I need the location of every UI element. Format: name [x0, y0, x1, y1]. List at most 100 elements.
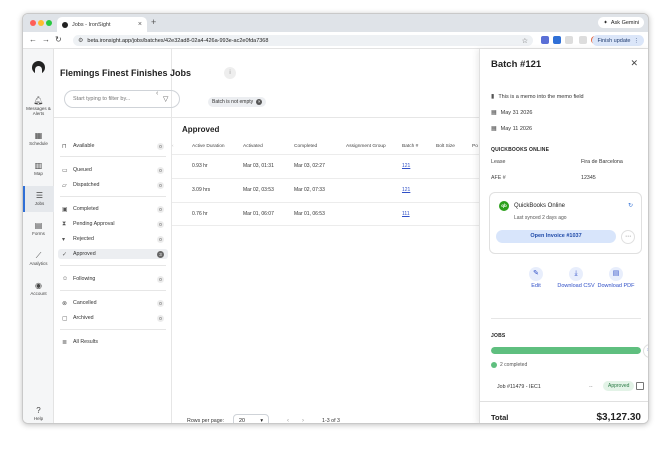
column-header[interactable]: Active Duration	[192, 144, 225, 149]
back-icon[interactable]: ←	[29, 35, 37, 44]
reload-icon[interactable]: ↻	[55, 35, 62, 44]
nav-schedule[interactable]: ▦ Schedule	[23, 131, 54, 146]
filter-count: 3	[157, 250, 164, 258]
more-vertical-icon: ⋮	[633, 37, 640, 44]
date-line: ▦ May 11 2026	[491, 125, 532, 133]
divider	[60, 290, 166, 291]
nav-analytics[interactable]: ⟋ Analytics	[23, 251, 54, 266]
action-label: Download CSV	[557, 283, 595, 289]
column-header[interactable]: Completed	[294, 144, 317, 149]
download-pdf-button[interactable]: ▤ Download PDF	[596, 267, 636, 290]
job-list-item[interactable]: Job #11479 - IEC1 -- Approved	[491, 380, 644, 394]
close-panel-icon[interactable]: ✕	[630, 58, 638, 69]
tune-icon[interactable]: ⚙	[643, 344, 648, 358]
site-info-icon[interactable]: ⚙	[78, 37, 83, 44]
finish-update-button[interactable]: Finish update ⋮	[592, 35, 644, 46]
filter-count: 0	[157, 142, 164, 150]
more-options-icon[interactable]: ⋯	[621, 230, 635, 244]
nav-jobs[interactable]: ☰ Jobs	[23, 186, 54, 212]
job-name: Job #11479 - IEC1	[497, 384, 541, 390]
table-row[interactable]: 3.09 hrs Mar 02, 03:53 Mar 02, 07:33 121	[172, 178, 479, 202]
filter-pending-approval[interactable]: ⧗ Pending Approval 0	[58, 219, 168, 229]
filter-funnel-icon[interactable]: ▽	[163, 95, 168, 103]
cell-activated: Mar 02, 03:53	[243, 187, 274, 193]
cell-batch-link[interactable]: 121	[402, 163, 410, 169]
new-tab-button[interactable]: +	[151, 17, 156, 27]
nav-map[interactable]: ▥ Map	[23, 161, 54, 176]
close-tab-icon[interactable]: ×	[138, 21, 142, 28]
action-label: Download PDF	[597, 283, 635, 289]
filter-approved[interactable]: ✓ Approved 3	[58, 249, 168, 259]
nav-forms[interactable]: ▤ Forms	[23, 221, 54, 236]
filter-chip[interactable]: Batch is not empty ×	[208, 97, 267, 107]
column-header[interactable]: Bolt Size	[436, 144, 455, 149]
cell-batch-link[interactable]: 111	[402, 211, 410, 217]
filter-rejected[interactable]: ▾ Rejected 0	[58, 234, 168, 244]
url-field[interactable]: ⚙ beta.ironsight.app/jobs/batches/42e32a…	[73, 35, 533, 46]
calendar-range-icon: ▦	[491, 126, 497, 132]
column-header[interactable]: Assignment Group	[346, 144, 386, 149]
remove-chip-icon[interactable]: ×	[256, 99, 263, 105]
filter-all-results[interactable]: ≣ All Results	[58, 337, 168, 347]
filter-archived[interactable]: ▢ Archived 0	[58, 313, 168, 323]
filter-count: 0	[157, 314, 164, 322]
side-panel-icon[interactable]	[579, 36, 587, 44]
column-header[interactable]: Activated	[243, 144, 263, 149]
download-csv-button[interactable]: ⤓ Download CSV	[556, 267, 596, 290]
bookmark-star-icon[interactable]: ☆	[522, 37, 528, 45]
table-row[interactable]: 0.76 hr Mar 01, 06:07 Mar 01, 06:53 111	[172, 202, 479, 226]
filter-cancelled[interactable]: ⊗ Cancelled 0	[58, 298, 168, 308]
edit-button[interactable]: ✎ Edit	[516, 267, 556, 290]
search-box[interactable]: ▽	[64, 90, 180, 108]
nav-account[interactable]: ◉ Account	[23, 281, 54, 296]
browser-tab[interactable]: Jobs - IronSight ×	[57, 17, 147, 32]
forward-icon[interactable]: →	[42, 35, 50, 44]
filter-count: 0	[157, 299, 164, 307]
progress-legend: 2 completed	[491, 362, 527, 368]
extensions-puzzle-icon[interactable]	[565, 36, 573, 44]
filter-count: 0	[157, 275, 164, 283]
column-header[interactable]: Po	[472, 144, 478, 149]
cell-completed: Mar 03, 02:27	[294, 163, 325, 169]
refresh-icon[interactable]: ↻	[628, 202, 633, 209]
minimize-window-button[interactable]	[38, 20, 44, 26]
cell-completed: Mar 02, 07:33	[294, 187, 325, 193]
nav-label: Analytics	[29, 261, 48, 266]
form-icon: ▤	[34, 221, 43, 230]
extension-icon[interactable]	[553, 36, 561, 44]
cell-duration: 0.93 hr	[192, 163, 208, 169]
filter-dispatched[interactable]: ▱ Dispatched 0	[58, 180, 168, 190]
inbox-icon: ▭	[62, 167, 68, 174]
divider	[60, 156, 166, 157]
shopping-bag-icon: ⊓	[62, 143, 67, 150]
select-checkbox[interactable]	[636, 382, 644, 390]
prev-page-icon[interactable]: ‹	[287, 418, 289, 423]
close-window-button[interactable]	[30, 20, 36, 26]
open-invoice-button[interactable]: Open Invoice #1037	[496, 230, 616, 243]
chart-icon: ⟋	[35, 251, 42, 260]
extension-icon[interactable]	[541, 36, 549, 44]
favicon-icon	[62, 21, 68, 28]
next-page-icon[interactable]: ›	[302, 418, 304, 423]
filter-following[interactable]: ☺ Following 0	[58, 274, 168, 284]
help-icon: ?	[36, 406, 41, 415]
filter-completed[interactable]: ▣ Completed 0	[58, 204, 168, 214]
nav-messages-alerts[interactable]: 🔔︎ Messages & Alerts	[23, 96, 54, 116]
lease-field: Lease Fira de Barcelona	[491, 159, 641, 165]
column-header[interactable]: Batch #	[402, 144, 418, 149]
quickbooks-name: QuickBooks Online	[514, 203, 566, 209]
info-icon[interactable]: i	[224, 67, 236, 79]
page-title: Flemings Finest Finishes Jobs	[60, 68, 192, 78]
calendar-check-icon: ▣	[62, 206, 68, 213]
rows-per-page-select[interactable]: 20 ▾	[233, 414, 269, 423]
ironsight-logo[interactable]	[32, 61, 45, 74]
ask-gemini-button[interactable]: ✦ Ask Gemini	[598, 17, 644, 28]
table-row[interactable]: 0.93 hr Mar 03, 01:31 Mar 03, 02:27 121	[172, 154, 479, 178]
search-input[interactable]	[73, 96, 163, 102]
filter-available[interactable]: ⊓ Available 0	[58, 141, 168, 151]
filter-label: Queued	[73, 167, 92, 173]
cell-batch-link[interactable]: 121	[402, 187, 410, 193]
nav-help[interactable]: ? Help	[23, 406, 54, 421]
maximize-window-button[interactable]	[46, 20, 52, 26]
filter-queued[interactable]: ▭ Queued 0	[58, 165, 168, 175]
